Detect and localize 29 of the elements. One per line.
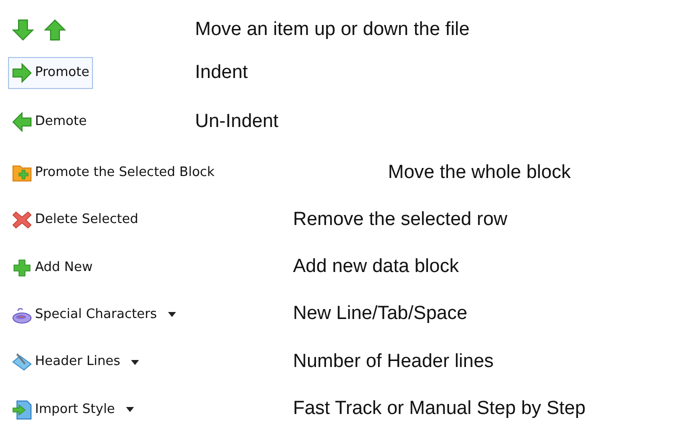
description-text: Un-Indent: [195, 110, 278, 134]
left-arrow-icon: [12, 112, 32, 132]
notepad-pen-icon: [12, 352, 32, 372]
folder-plus-icon: [12, 163, 32, 183]
toolbar-button[interactable]: Promote the Selected Block: [8, 157, 219, 189]
toolbar-button[interactable]: Special Characters: [8, 298, 180, 330]
toolbar-button[interactable]: Demote: [8, 106, 91, 138]
plus-icon: [12, 258, 32, 278]
import-icon: [12, 400, 32, 420]
up-arrow-icon[interactable]: [44, 19, 66, 41]
toolbar-button[interactable]: Promote: [8, 57, 94, 89]
description-text: Move the whole block: [388, 160, 571, 185]
caret-icon: [126, 407, 134, 412]
caret-icon: [168, 312, 176, 317]
description-text: Indent: [195, 60, 248, 85]
description-text: New Line/Tab/Space: [293, 302, 468, 326]
cross-icon: [12, 210, 32, 230]
description-text: Fast Track or Manual Step by Step: [293, 397, 586, 422]
down-arrow-icon[interactable]: [12, 19, 34, 41]
description-text: Remove the selected row: [293, 208, 508, 232]
description-text: Add new data block: [293, 255, 459, 280]
description-text: Number of Header lines: [293, 350, 494, 374]
toolbar-button[interactable]: Delete Selected: [8, 204, 142, 236]
description-text: Move an item up or down the file: [195, 18, 470, 42]
caret-icon: [131, 360, 140, 364]
toolbar-button[interactable]: Header Lines: [8, 346, 144, 378]
right-arrow-icon: [12, 63, 32, 83]
toolbar-button[interactable]: Add New: [8, 252, 97, 284]
toolbar-button[interactable]: Import Style: [8, 394, 138, 426]
